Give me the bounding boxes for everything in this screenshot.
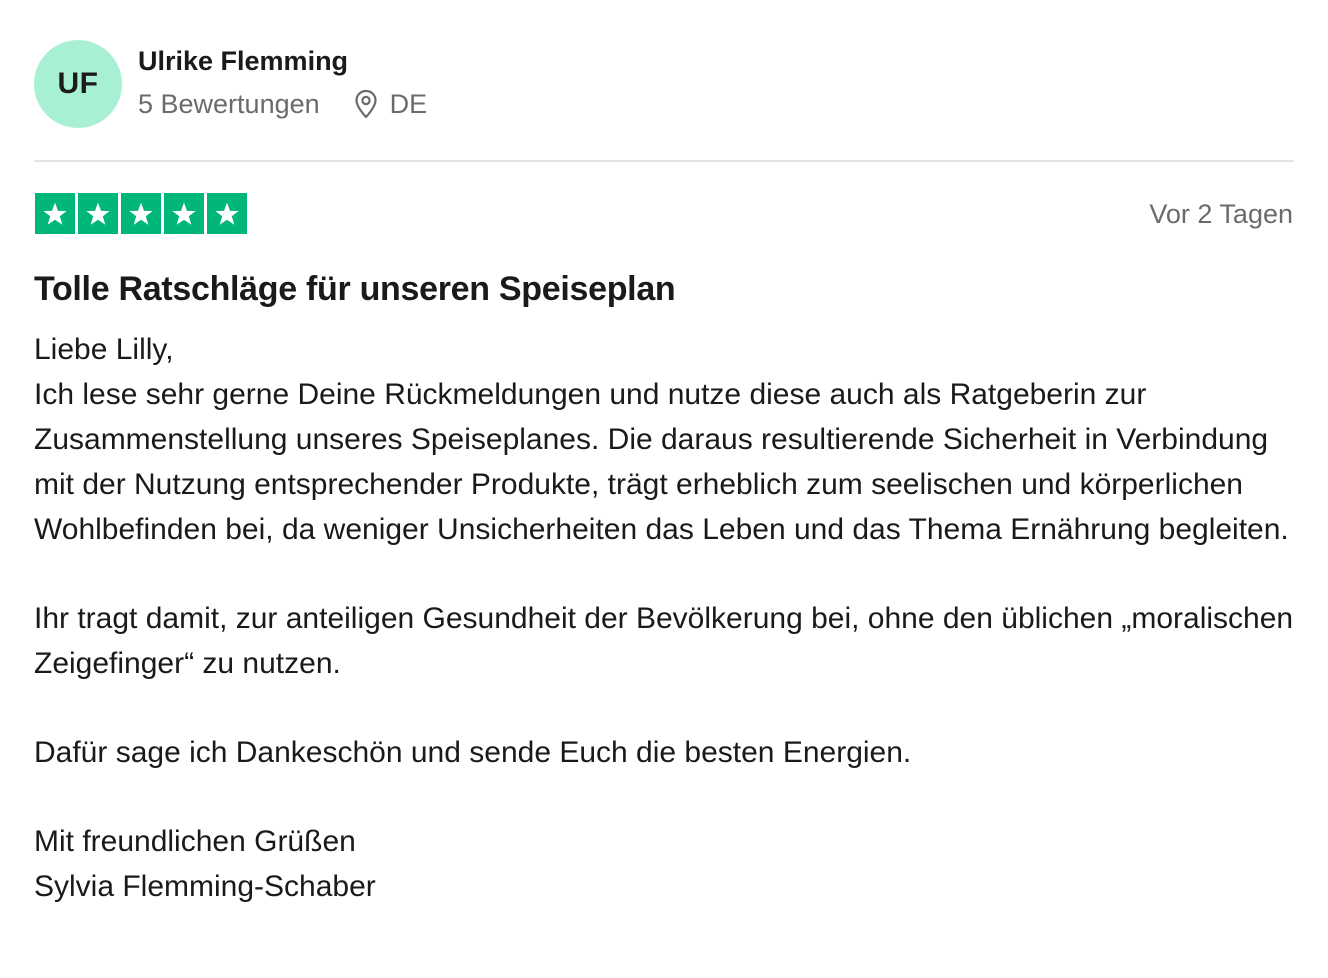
review-paragraph: Dafür sage ich Dankeschön und sende Euch…: [34, 736, 912, 769]
location-pin-icon: [354, 89, 378, 119]
review-paragraph: Ich lese sehr gerne Deine Rückmeldungen …: [34, 378, 1289, 546]
review-card: UF Ulrike Flemming 5 Bewertungen DE Vor …: [0, 0, 1328, 978]
review-signature: Sylvia Flemming-Schaber: [34, 870, 376, 903]
review-greeting: Liebe Lilly,: [34, 333, 174, 366]
star-icon: [207, 193, 247, 234]
reviewer-info: Ulrike Flemming 5 Bewertungen DE: [138, 46, 427, 120]
review-title[interactable]: Tolle Ratschläge für unseren Speiseplan: [34, 268, 676, 310]
reviewer-meta: 5 Bewertungen DE: [138, 88, 427, 120]
review-closing: Mit freundlichen Grüßen: [34, 825, 356, 858]
reviewer-header: UF Ulrike Flemming 5 Bewertungen DE: [34, 40, 427, 128]
review-body: Liebe Lilly, Ich lese sehr gerne Deine R…: [34, 327, 1304, 909]
star-rating: [35, 193, 247, 234]
reviewer-name[interactable]: Ulrike Flemming: [138, 44, 427, 78]
star-icon: [121, 193, 161, 234]
reviews-count: 5 Bewertungen: [138, 89, 320, 119]
star-icon: [78, 193, 118, 234]
review-paragraph: Ihr tragt damit, zur anteiligen Gesundhe…: [34, 602, 1294, 680]
star-icon: [35, 193, 75, 234]
divider: [34, 160, 1294, 162]
star-icon: [164, 193, 204, 234]
reviewer-country: DE: [389, 89, 428, 119]
avatar[interactable]: UF: [34, 40, 122, 128]
review-date: Vor 2 Tagen: [1149, 199, 1293, 229]
